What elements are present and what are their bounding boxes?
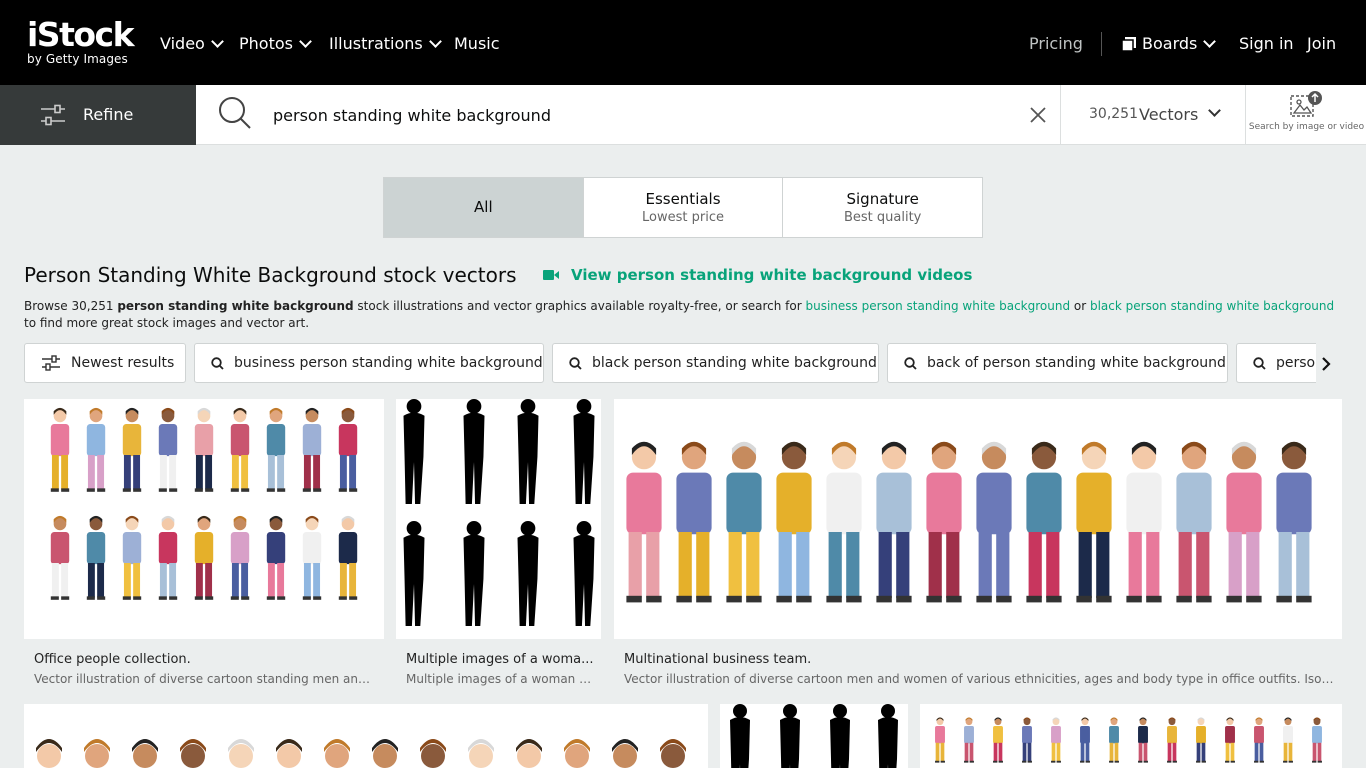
logo-subtitle: by Getty Images: [27, 52, 128, 66]
tab-essentials[interactable]: Essentials Lowest price: [584, 178, 784, 237]
search-input[interactable]: [273, 103, 1013, 127]
refine-button[interactable]: Refine: [0, 85, 196, 145]
chip-newest-results[interactable]: Newest results: [24, 343, 186, 383]
result-thumbnail[interactable]: [24, 704, 708, 768]
view-videos-link[interactable]: View person standing white background vi…: [543, 265, 972, 285]
nav-pricing[interactable]: Pricing: [1029, 34, 1083, 54]
result-description: Vector illustration of diverse cartoon s…: [34, 672, 374, 686]
refine-label: Refine: [83, 105, 134, 124]
desc-prefix: Browse 30,251: [24, 299, 118, 313]
nav-video-label: Video: [160, 34, 205, 53]
search-icon: [904, 356, 917, 370]
result-thumbnail[interactable]: [920, 704, 1342, 768]
result-count: 30,251: [1089, 106, 1138, 122]
related-search-link-1[interactable]: business person standing white backgroun…: [805, 299, 1070, 313]
chevron-down-icon: [299, 35, 312, 48]
nav-music-label: Music: [454, 34, 500, 53]
nav-video[interactable]: Video: [160, 34, 224, 54]
people-heads-illustration: [36, 739, 686, 768]
boards-icon: [1121, 37, 1136, 52]
close-icon[interactable]: [1028, 105, 1048, 125]
logo-brand: iStock: [27, 15, 135, 54]
nav-photos-label: Photos: [239, 34, 293, 53]
search-by-image-button[interactable]: Search by image or video: [1245, 85, 1366, 145]
media-type-select[interactable]: 30,251 Vectors: [1060, 85, 1245, 145]
nav-divider: [1101, 32, 1102, 56]
business-team-illustration: [626, 441, 1312, 603]
nav-boards-label: Boards: [1142, 34, 1198, 53]
office-people-illustration: [50, 407, 358, 600]
chip-related-search[interactable]: back of person standing white background: [887, 343, 1228, 383]
chip-related-search[interactable]: black person standing white background: [552, 343, 879, 383]
small-people-illustration: [935, 717, 1322, 763]
desc-suffix: to find more great stock images and vect…: [24, 316, 310, 330]
image-upload-icon: [1290, 91, 1322, 117]
tab-essentials-label: Essentials: [645, 189, 721, 208]
chip-related-search[interactable]: person: [1236, 343, 1316, 383]
search-icon: [219, 97, 251, 129]
video-camera-icon: [543, 270, 559, 280]
silhouettes-illustration: [403, 399, 595, 626]
chip-label: back of person standing white background: [927, 355, 1226, 371]
chevron-down-icon: [1203, 35, 1217, 48]
search-by-image-label: Search by image or video: [1248, 122, 1365, 132]
sign-in-link[interactable]: Sign in: [1239, 34, 1294, 54]
top-nav: iStock by Getty Images Video Photos Illu…: [0, 0, 1366, 85]
tab-signature-label: Signature: [846, 189, 919, 208]
result-description: Vector illustration of diverse cartoon m…: [624, 672, 1334, 686]
media-type-label: Vectors: [1139, 105, 1199, 124]
license-tabs: All Essentials Lowest price Signature Be…: [383, 177, 983, 238]
result-description: Multiple images of a woman wi...: [406, 672, 596, 686]
tab-all[interactable]: All: [384, 178, 584, 237]
filter-sliders-icon: [41, 104, 65, 126]
result-thumbnail[interactable]: [24, 399, 384, 639]
tab-essentials-subtitle: Lowest price: [642, 209, 724, 225]
view-videos-label: View person standing white background vi…: [571, 266, 973, 284]
result-title[interactable]: Multinational business team.: [624, 652, 1334, 668]
desc-bold: person standing white background: [117, 299, 354, 313]
chevron-down-icon: [210, 35, 224, 48]
tab-signature-subtitle: Best quality: [843, 209, 922, 225]
desc-or: or: [1070, 299, 1090, 313]
join-label: Join: [1307, 34, 1337, 53]
nav-illustrations-label: Illustrations: [329, 34, 423, 53]
istock-logo[interactable]: iStock by Getty Images: [27, 15, 135, 66]
tab-all-label: All: [474, 198, 493, 216]
chip-label: Newest results: [71, 355, 175, 371]
result-title[interactable]: Multiple images of a woma...: [406, 652, 596, 668]
chip-label: person: [1276, 355, 1316, 371]
nav-pricing-label: Pricing: [1029, 34, 1083, 53]
join-link[interactable]: Join: [1307, 34, 1336, 54]
search-bar: [196, 85, 1060, 145]
result-thumbnail[interactable]: [720, 704, 908, 768]
chip-label: black person standing white background: [592, 355, 877, 371]
silhouettes-illustration: [730, 704, 898, 768]
nav-photos[interactable]: Photos: [239, 34, 312, 54]
chevron-down-icon: [1208, 104, 1221, 117]
desc-middle: stock illustrations and vector graphics …: [353, 299, 806, 313]
search-icon: [211, 356, 224, 370]
related-search-link-2[interactable]: black person standing white background: [1090, 299, 1334, 313]
chevron-right-icon[interactable]: [1316, 354, 1336, 374]
chip-label: business person standing white backgroun…: [234, 355, 543, 371]
tab-signature[interactable]: Signature Best quality: [783, 178, 982, 237]
nav-illustrations[interactable]: Illustrations: [329, 34, 442, 54]
search-description: Browse 30,251 person standing white back…: [24, 298, 1342, 332]
result-thumbnail[interactable]: [614, 399, 1342, 639]
nav-boards[interactable]: Boards: [1121, 34, 1217, 54]
search-icon: [1253, 356, 1266, 370]
chip-related-search[interactable]: business person standing white backgroun…: [194, 343, 544, 383]
chevron-down-icon: [428, 35, 442, 48]
result-title[interactable]: Office people collection.: [34, 652, 374, 668]
page-title: Person Standing White Background stock v…: [24, 263, 517, 287]
result-thumbnail[interactable]: [396, 399, 601, 639]
sign-in-label: Sign in: [1239, 34, 1294, 53]
filter-sliders-icon: [42, 355, 60, 371]
nav-music[interactable]: Music: [454, 34, 500, 54]
search-icon: [569, 356, 582, 370]
